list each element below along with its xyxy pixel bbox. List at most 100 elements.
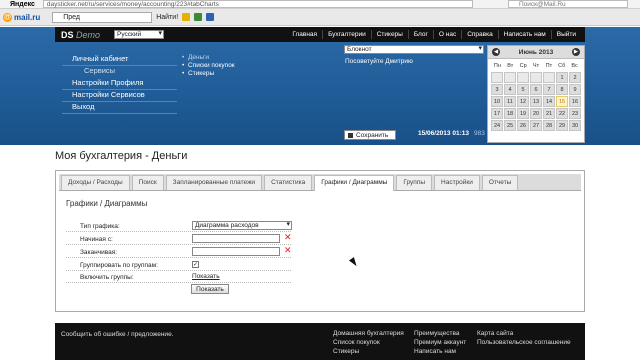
show-groups-link[interactable]: Показать — [192, 273, 220, 280]
calendar-day[interactable]: 7 — [543, 84, 555, 95]
left-menu-item[interactable]: Выход — [62, 101, 177, 113]
nav-item[interactable]: Выйти — [550, 30, 581, 39]
group-checkbox[interactable]: ✓ — [192, 261, 199, 268]
end-date-input[interactable] — [192, 247, 280, 256]
mailru-logo[interactable]: @ mail.ru — [3, 12, 40, 22]
browser-search-input[interactable]: Поиск@Mail.Ru — [508, 0, 628, 8]
end-date-label: Заканчивая: — [80, 249, 118, 256]
footer-link[interactable]: Карта сайта — [477, 329, 571, 338]
calendar-day[interactable]: 3 — [491, 84, 503, 95]
counter: 983 — [474, 130, 485, 137]
calendar-day[interactable]: 21 — [543, 108, 555, 119]
advise-link[interactable]: Посоветуйте Дмитрию — [345, 58, 413, 65]
calendar-day[interactable]: 16 — [569, 96, 581, 107]
pencil-icon[interactable] — [194, 13, 203, 21]
nav-item[interactable]: Блог — [407, 30, 433, 39]
calendar-day — [530, 72, 542, 83]
weekday-label: Сб — [558, 63, 566, 69]
nav-item[interactable]: Бухгалтерии — [322, 30, 371, 39]
nav-item[interactable]: Стикеры — [370, 30, 408, 39]
tab[interactable]: Отчеты — [481, 175, 519, 190]
calendar-day[interactable]: 8 — [556, 84, 568, 95]
footer-link[interactable]: Домашняя бухгалтерия — [333, 329, 404, 338]
calendar-day[interactable]: 29 — [556, 120, 568, 131]
calendar-day[interactable]: 9 — [569, 84, 581, 95]
url-input[interactable]: daysticker.net/ru/services/money/account… — [42, 0, 473, 8]
calendar-day[interactable]: 4 — [504, 84, 516, 95]
footer-link[interactable]: Написать нам — [414, 347, 466, 356]
calendar-day[interactable]: 15 — [556, 96, 568, 107]
find-button[interactable]: Найти! — [156, 14, 178, 21]
tab[interactable]: Поиск — [131, 175, 164, 190]
footer-link[interactable]: Стикеры — [333, 347, 404, 356]
calendar-day[interactable]: 5 — [517, 84, 529, 95]
notebook-select[interactable]: Блокнот — [344, 45, 484, 54]
tab[interactable]: Статистика — [264, 175, 313, 190]
calendar-day[interactable]: 1 — [556, 72, 568, 83]
group-label: Группировать по группам: — [80, 262, 158, 269]
sub-menu-item[interactable]: Деньги — [182, 54, 235, 62]
left-menu-item[interactable]: Личный кабинет — [62, 53, 177, 65]
save-button-label: Сохранить — [356, 132, 389, 139]
footer-link[interactable]: Список покупок — [333, 338, 404, 347]
calendar-day[interactable]: 12 — [517, 96, 529, 107]
calendar-day[interactable]: 28 — [543, 120, 555, 131]
logo-demo: Demo — [76, 29, 101, 40]
tab[interactable]: Доходы / Расходы — [61, 175, 130, 190]
nav-item[interactable]: Написать нам — [497, 30, 551, 39]
site-logo[interactable]: DS Demo — [61, 30, 100, 40]
show-button[interactable]: Показать — [191, 284, 229, 294]
calendar-day[interactable]: 18 — [504, 108, 516, 119]
language-select[interactable]: Русский — [114, 30, 165, 39]
calendar-day[interactable]: 2 — [569, 72, 581, 83]
left-menu-item[interactable]: Настройки Профиля — [62, 77, 177, 89]
calendar-day[interactable]: 26 — [517, 120, 529, 131]
weekday-label: Пт — [545, 63, 553, 69]
toolbar-search-input[interactable]: Пред — [52, 11, 153, 23]
calendar-day[interactable]: 25 — [504, 120, 516, 131]
chart-type-select[interactable]: Диаграмма расходов — [192, 221, 292, 230]
prev-month-icon[interactable]: ◀ — [492, 48, 500, 56]
left-menu-item[interactable]: Сервисы — [62, 65, 177, 77]
calendar-day[interactable]: 17 — [491, 108, 503, 119]
footer-link[interactable]: Премиум аккаунт — [414, 338, 466, 347]
clear-end-icon[interactable]: ✕ — [284, 245, 292, 256]
star-icon[interactable] — [182, 13, 191, 21]
calendar-day[interactable]: 13 — [530, 96, 542, 107]
start-date-input[interactable] — [192, 234, 280, 243]
calendar-day[interactable]: 6 — [530, 84, 542, 95]
tab[interactable]: Запланированные платежи — [165, 175, 263, 190]
left-menu-item[interactable]: Настройки Сервисов — [62, 89, 177, 101]
calendar-day[interactable]: 11 — [504, 96, 516, 107]
footer-link[interactable]: Преимущества — [414, 329, 466, 338]
calendar-weekdays: Пн Вт Ср Чт Пт Сб Вс — [488, 59, 584, 71]
calendar-day[interactable]: 22 — [556, 108, 568, 119]
nav-item[interactable]: Главная — [287, 30, 322, 39]
calendar-day[interactable]: 10 — [491, 96, 503, 107]
calendar-day[interactable]: 19 — [517, 108, 529, 119]
tab[interactable]: Настройки — [434, 175, 480, 190]
sub-menu-item[interactable]: Списки покупок — [182, 62, 235, 70]
at-icon: @ — [3, 12, 12, 22]
mail-icon[interactable] — [206, 13, 215, 21]
clear-start-icon[interactable]: ✕ — [284, 232, 292, 243]
tab[interactable]: Группы — [396, 175, 433, 190]
main-nav: Главная Бухгалтерии Стикеры Блог О нас С… — [287, 27, 581, 42]
tab-bar: Доходы / Расходы Поиск Запланированные пла… — [59, 174, 581, 191]
footer-link[interactable]: Пользовательское соглашение — [477, 338, 571, 347]
calendar-day[interactable]: 24 — [491, 120, 503, 131]
calendar-day[interactable]: 23 — [569, 108, 581, 119]
sub-menu-item[interactable]: Стикеры — [182, 70, 235, 78]
next-month-icon[interactable]: ▶ — [572, 48, 580, 56]
calendar-day[interactable]: 20 — [530, 108, 542, 119]
calendar-day[interactable]: 27 — [530, 120, 542, 131]
save-button[interactable]: Сохранить — [344, 130, 396, 140]
calendar-day — [504, 72, 516, 83]
nav-item[interactable]: Справка — [461, 30, 498, 39]
tab[interactable]: Графики / Диаграммы — [314, 175, 395, 191]
calendar-day[interactable]: 14 — [543, 96, 555, 107]
calendar-day[interactable]: 30 — [569, 120, 581, 131]
site-header: DS Demo Русский Главная Бухгалтерии Стик… — [0, 27, 640, 145]
report-link[interactable]: Сообщить об ошибке / предложение. — [61, 331, 173, 338]
nav-item[interactable]: О нас — [432, 30, 461, 39]
